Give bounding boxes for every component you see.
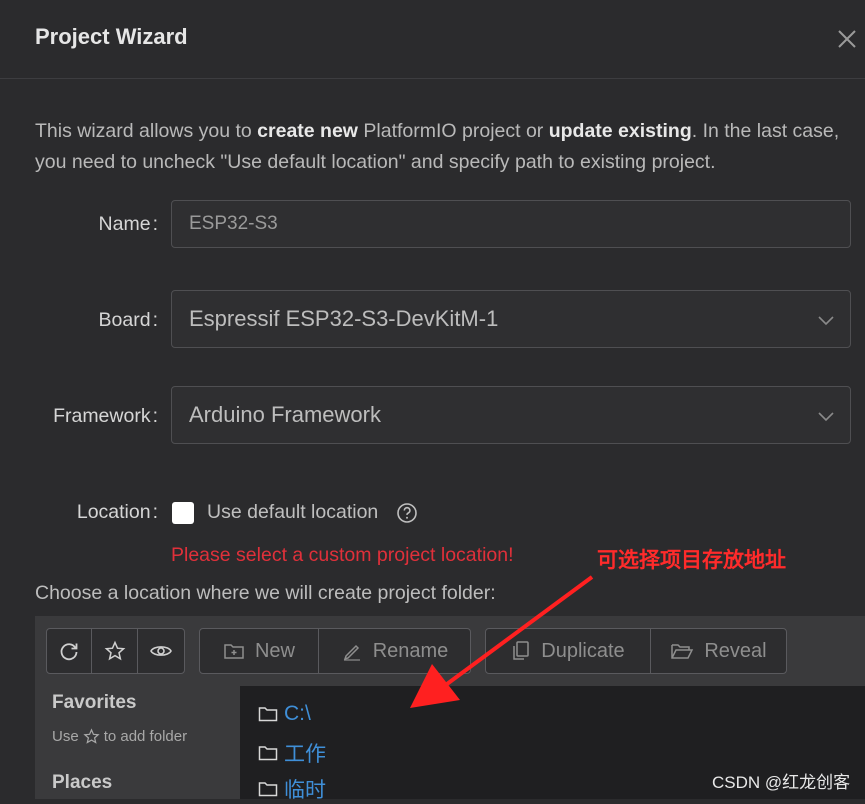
folder-icon <box>258 707 278 722</box>
favorite-button[interactable] <box>92 629 138 673</box>
dialog-title: Project Wizard <box>35 24 188 49</box>
framework-value: Arduino Framework <box>189 402 381 427</box>
location-error: Please select a custom project location! <box>171 544 514 566</box>
favorites-hint-text: Use <box>52 728 79 745</box>
use-default-location-checkbox[interactable] <box>172 502 194 524</box>
eye-icon <box>149 646 172 656</box>
browser-sidebar: Favorites Use to add folder Places <box>35 686 240 799</box>
show-hidden-button[interactable] <box>138 629 184 673</box>
help-icon[interactable] <box>396 502 418 524</box>
favorites-hint-text: to add folder <box>103 728 188 745</box>
reveal-label: Reveal <box>704 639 767 662</box>
close-icon[interactable] <box>832 24 862 54</box>
choose-location-text: Choose a location where we will create p… <box>35 582 496 604</box>
folder-item[interactable]: 工作 <box>258 738 326 768</box>
reveal-button[interactable]: Reveal <box>651 629 786 673</box>
intro-text: This wizard allows you to create new Pla… <box>35 116 845 178</box>
refresh-button[interactable] <box>47 629 93 673</box>
intro-part: This wizard allows you to <box>35 120 258 142</box>
chevron-down-icon <box>818 412 834 422</box>
intro-part: PlatformIO project or <box>357 120 549 142</box>
folder-item[interactable]: 临时 <box>258 774 326 804</box>
new-label: New <box>254 639 295 662</box>
colon: : <box>152 501 158 523</box>
location-label-text: Location <box>76 501 151 523</box>
name-label: Name: <box>33 213 158 236</box>
intro-bold-update: update existing <box>548 120 692 142</box>
duplicate-icon <box>513 641 530 660</box>
folder-icon <box>258 746 278 761</box>
chevron-down-icon <box>818 316 834 326</box>
location-label: Location: <box>33 501 158 524</box>
folder-name: C:\ <box>284 702 311 725</box>
favorites-hint: Use to add folder <box>52 728 187 745</box>
browser-edit-group: New Rename <box>199 628 471 674</box>
intro-bold-create: create new <box>257 120 358 142</box>
browser-file-group: Duplicate Reveal <box>485 628 787 674</box>
colon: : <box>152 213 158 235</box>
framework-label: Framework: <box>33 405 158 428</box>
places-title: Places <box>52 772 113 793</box>
new-folder-icon <box>224 644 244 659</box>
duplicate-label: Duplicate <box>541 639 625 662</box>
favorites-title: Favorites <box>52 692 137 713</box>
folder-open-icon <box>671 644 694 659</box>
watermark: CSDN @红龙创客 <box>712 773 851 792</box>
colon: : <box>152 309 158 331</box>
star-icon <box>104 640 125 661</box>
rename-button[interactable]: Rename <box>319 629 470 673</box>
folder-name: 临时 <box>284 779 326 802</box>
folder-icon <box>258 782 278 797</box>
name-label-text: Name <box>98 213 151 235</box>
rename-label: Rename <box>372 639 449 662</box>
board-value: Espressif ESP32-S3-DevKitM-1 <box>189 306 499 331</box>
star-icon <box>83 728 100 744</box>
framework-select[interactable]: Arduino Framework <box>171 386 851 444</box>
folder-name: 工作 <box>284 743 326 766</box>
colon: : <box>152 405 158 427</box>
framework-label-text: Framework <box>53 405 151 427</box>
name-input[interactable]: ESP32-S3 <box>171 200 851 248</box>
folder-item[interactable]: C:\ <box>258 702 311 726</box>
board-label: Board: <box>33 309 158 332</box>
browser-nav-group <box>46 628 185 674</box>
board-label-text: Board <box>98 309 151 331</box>
pencil-icon <box>343 644 360 661</box>
refresh-icon <box>60 643 78 661</box>
use-default-location-label[interactable]: Use default location <box>207 501 378 524</box>
board-select[interactable]: Espressif ESP32-S3-DevKitM-1 <box>171 290 851 348</box>
new-folder-button[interactable]: New <box>200 629 319 673</box>
duplicate-button[interactable]: Duplicate <box>486 629 651 673</box>
dialog-header: Project Wizard <box>0 0 865 79</box>
annotation-text: 可选择项目存放地址 <box>597 549 786 572</box>
